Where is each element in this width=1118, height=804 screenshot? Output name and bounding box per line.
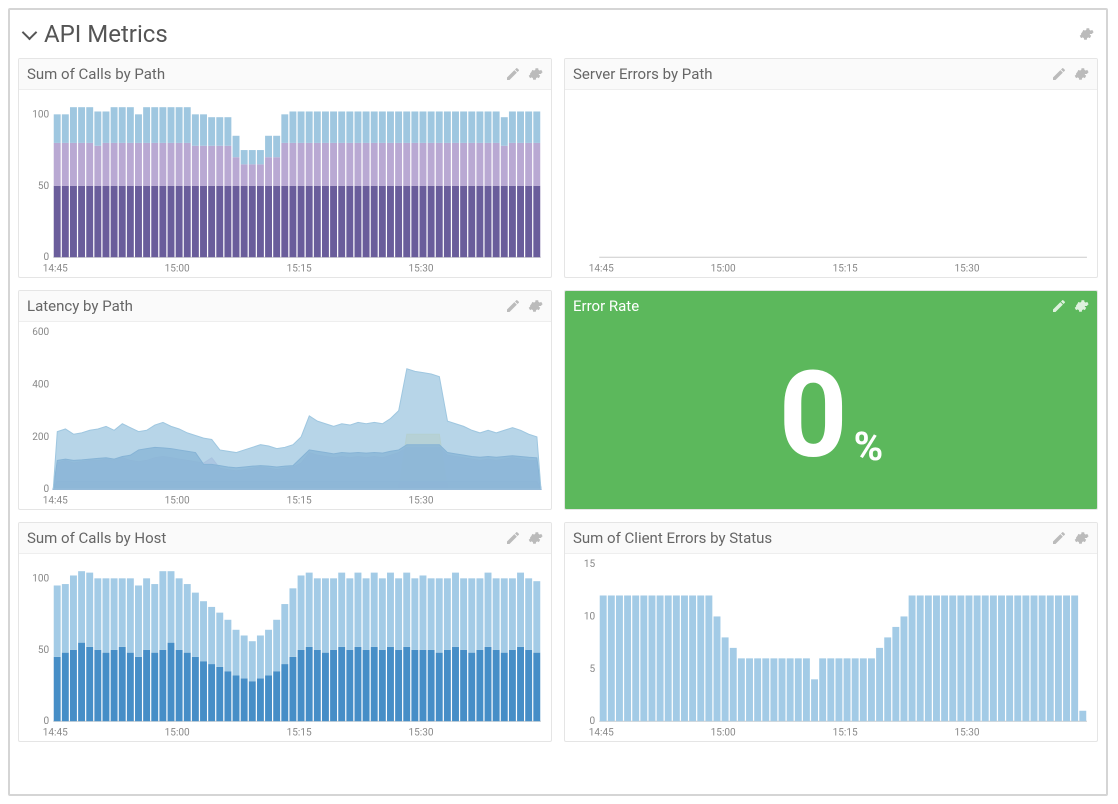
svg-text:15:30: 15:30 — [409, 495, 434, 506]
pencil-icon[interactable] — [505, 298, 521, 314]
svg-text:14:45: 14:45 — [589, 727, 614, 738]
svg-text:100: 100 — [32, 109, 49, 120]
panel-client-errors: Sum of Client Errors by Status 0 5 10 15 14:… — [564, 522, 1098, 742]
chart-body: 0 200 400 600 14:45 15:00 15:15 15:30 — [19, 322, 551, 509]
svg-text:0: 0 — [44, 484, 50, 495]
gear-icon[interactable] — [1078, 26, 1094, 42]
gear-icon[interactable] — [527, 298, 543, 314]
gear-icon[interactable] — [527, 530, 543, 546]
panel-header: Sum of Calls by Path — [19, 59, 551, 90]
panel-title: Sum of Client Errors by Status — [573, 529, 772, 547]
svg-text:100: 100 — [32, 573, 49, 584]
panel-server-errors: Server Errors by Path 14:45 15:00 15:15 15:… — [564, 58, 1098, 278]
svg-text:15:30: 15:30 — [409, 263, 434, 274]
svg-text:15:15: 15:15 — [833, 727, 858, 738]
svg-text:400: 400 — [32, 379, 49, 390]
svg-text:15:00: 15:00 — [165, 727, 190, 738]
group-title: API Metrics — [44, 20, 168, 48]
svg-text:15:00: 15:00 — [165, 495, 190, 506]
svg-text:5: 5 — [590, 664, 596, 675]
svg-text:15:30: 15:30 — [955, 727, 980, 738]
svg-text:200: 200 — [32, 432, 49, 443]
error-rate-unit: % — [854, 423, 884, 470]
svg-text:15:15: 15:15 — [287, 727, 312, 738]
group-header: API Metrics — [18, 16, 1098, 58]
svg-text:15:30: 15:30 — [955, 263, 980, 274]
panel-header: Sum of Client Errors by Status — [565, 523, 1097, 554]
svg-text:15:15: 15:15 — [287, 495, 312, 506]
svg-text:15: 15 — [584, 559, 596, 570]
panel-header: Error Rate — [565, 291, 1097, 321]
pencil-icon[interactable] — [1051, 298, 1067, 314]
panel-grid: Sum of Calls by Path 05010014:4515:0015:… — [18, 58, 1098, 742]
chevron-down-icon[interactable] — [22, 27, 36, 41]
panel-title: Sum of Calls by Host — [27, 529, 166, 547]
pencil-icon[interactable] — [1051, 530, 1067, 546]
svg-text:600: 600 — [32, 327, 49, 338]
chart-body: 0 50 100 14:45 15:00 15:15 15:30 — [19, 90, 551, 277]
panel-group: API Metrics Sum of Calls by Path 0501001… — [8, 8, 1108, 796]
chart-body: 14:45 15:00 15:15 15:30 — [565, 90, 1097, 277]
chart-body: 0 50 100 14:45 15:00 15:15 15:30 — [19, 554, 551, 741]
panel-header: Server Errors by Path — [565, 59, 1097, 90]
pencil-icon[interactable] — [1051, 66, 1067, 82]
svg-text:14:45: 14:45 — [589, 263, 614, 274]
pencil-icon[interactable] — [505, 530, 521, 546]
gear-icon[interactable] — [1073, 298, 1089, 314]
panel-calls-host: Sum of Calls by Host 0 50 100 14:45 15:00 15:… — [18, 522, 552, 742]
svg-text:50: 50 — [38, 181, 50, 192]
panel-header: Sum of Calls by Host — [19, 523, 551, 554]
panel-calls-path: Sum of Calls by Path 0 50 100 14:45 15:00 15:… — [18, 58, 552, 278]
svg-text:15:00: 15:00 — [711, 727, 736, 738]
svg-text:0: 0 — [590, 716, 596, 727]
error-rate-value: 0 — [779, 356, 848, 476]
chart-body: 0 5 10 15 14:45 15:00 15:15 15:30 — [565, 554, 1097, 741]
svg-text:50: 50 — [38, 645, 50, 656]
stat-body: 0 % — [565, 321, 1097, 509]
svg-text:10: 10 — [584, 611, 596, 622]
pencil-icon[interactable] — [505, 66, 521, 82]
panel-title: Server Errors by Path — [573, 65, 713, 83]
svg-text:0: 0 — [44, 252, 50, 263]
gear-icon[interactable] — [1073, 66, 1089, 82]
svg-text:15:15: 15:15 — [287, 263, 312, 274]
svg-text:0: 0 — [44, 716, 50, 727]
svg-text:15:00: 15:00 — [711, 263, 736, 274]
svg-text:15:30: 15:30 — [409, 727, 434, 738]
svg-text:14:45: 14:45 — [43, 727, 68, 738]
svg-text:14:45: 14:45 — [43, 495, 68, 506]
svg-text:15:15: 15:15 — [833, 263, 858, 274]
panel-title: Latency by Path — [27, 297, 133, 315]
panel-title: Sum of Calls by Path — [27, 65, 165, 83]
svg-text:14:45: 14:45 — [43, 263, 68, 274]
gear-icon[interactable] — [1073, 530, 1089, 546]
gear-icon[interactable] — [527, 66, 543, 82]
panel-latency: Latency by Path 0 200 400 600 14:45 15:00 15:1… — [18, 290, 552, 510]
svg-text:15:00: 15:00 — [165, 263, 190, 274]
panel-error-rate: Error Rate 0 % — [564, 290, 1098, 510]
panel-header: Latency by Path — [19, 291, 551, 322]
panel-title: Error Rate — [573, 297, 639, 315]
